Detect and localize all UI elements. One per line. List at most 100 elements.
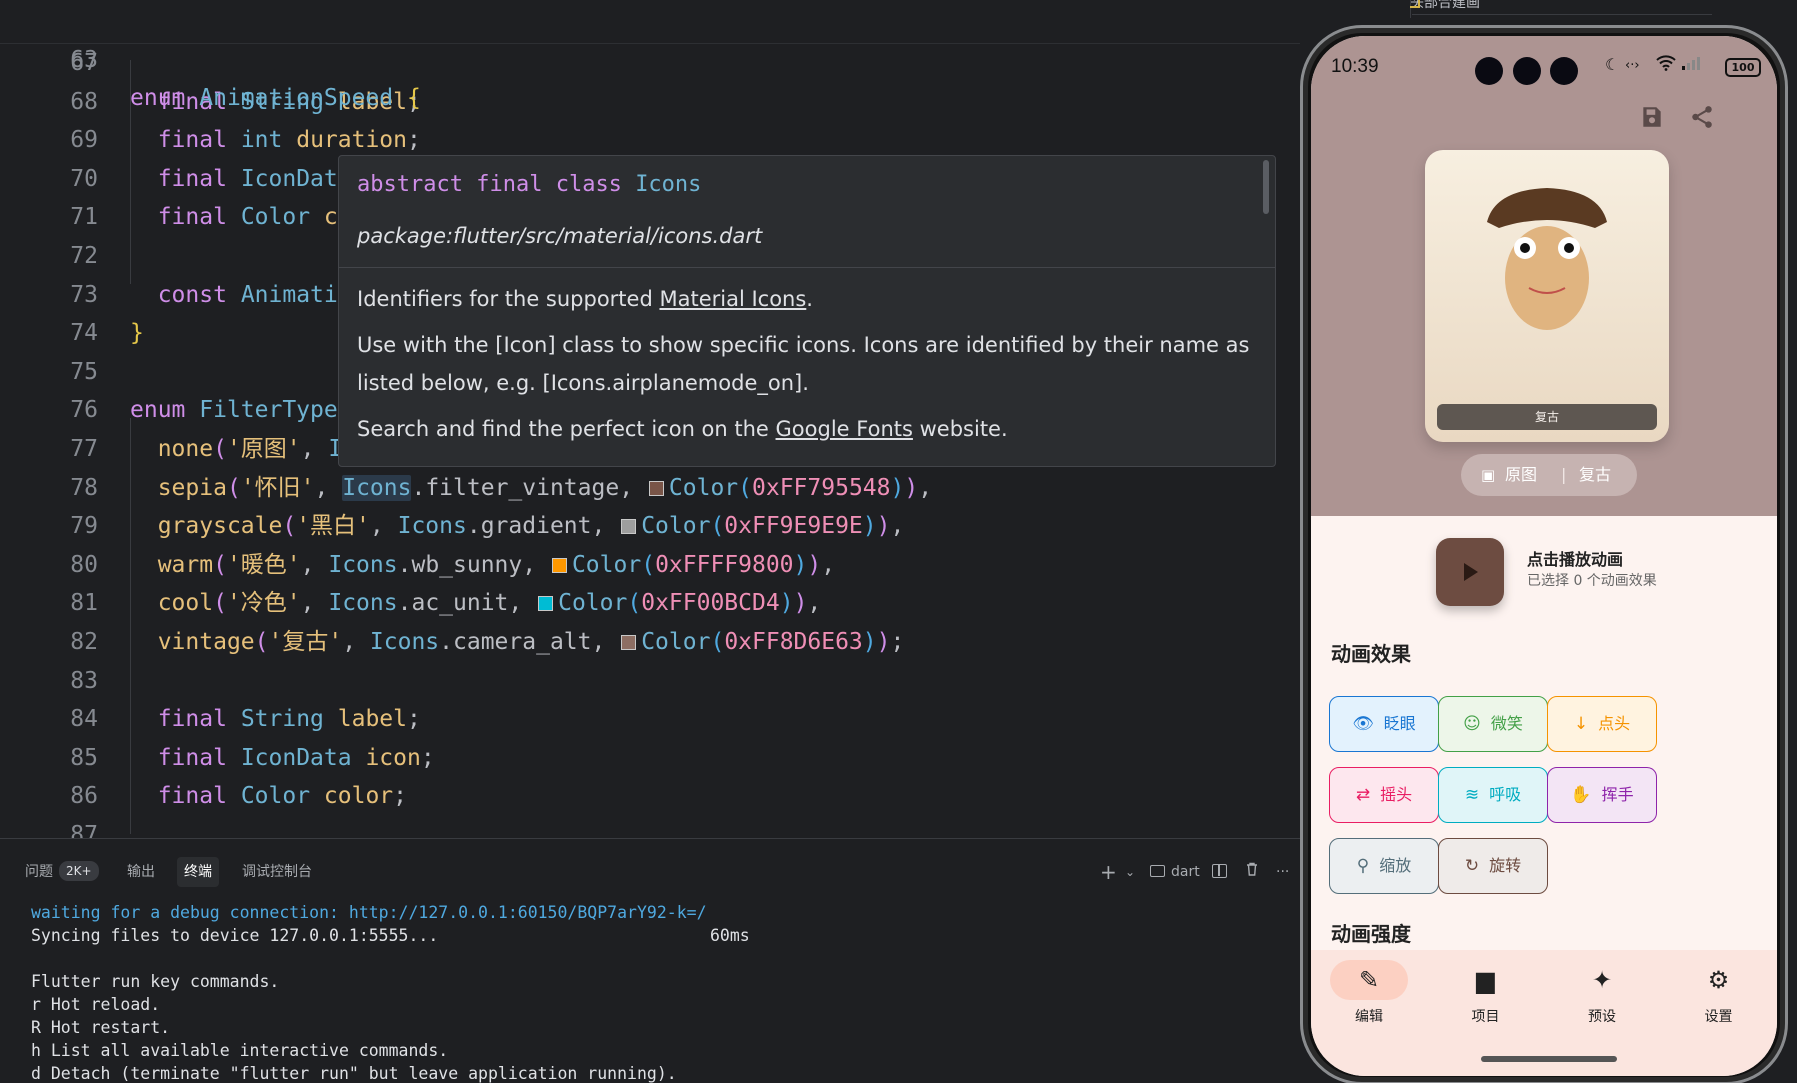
brace: {: [406, 85, 421, 111]
effect-chip-label: 挥手: [1601, 785, 1634, 804]
paren: ): [779, 590, 794, 617]
new-terminal-button[interactable]: +: [1100, 857, 1117, 887]
google-fonts-link[interactable]: Google Fonts: [776, 417, 913, 441]
nav-item-label: 设置: [1704, 1009, 1733, 1025]
color-swatch[interactable]: [648, 480, 664, 496]
effect-chip[interactable]: ↻ 旋转: [1438, 838, 1548, 894]
icon-name: camera_alt: [453, 629, 592, 655]
nav-item-label: 预设: [1588, 1009, 1616, 1025]
color-swatch[interactable]: [538, 596, 554, 612]
terminal-line: Syncing files to device 127.0.0.1:5555..…: [31, 926, 439, 945]
paren: (: [254, 629, 269, 655]
terminal-line: h List all available interactive command…: [31, 1041, 449, 1060]
keyword: const: [157, 281, 227, 308]
class-ref[interactable]: Icons: [342, 474, 412, 501]
play-subtitle: 已选择 0 个动画效果: [1527, 573, 1657, 589]
number-literal: 0xFF795548: [752, 474, 891, 501]
save-icon[interactable]: [1639, 104, 1669, 134]
code-line[interactable]: 86 final Color color;: [0, 777, 1300, 815]
camera-dot: [1475, 57, 1503, 85]
effect-chip[interactable]: ⚲ 缩放: [1329, 838, 1439, 894]
code-line[interactable]: 69 final int duration;: [0, 121, 1300, 159]
nav-item[interactable]: ✎ 编辑: [1311, 960, 1427, 1026]
code-line[interactable]: 79 grayscale('黑白', Icons.gradient, Color…: [0, 507, 1300, 545]
line-number: 85: [70, 744, 98, 771]
code-line[interactable]: 81 cool('冷色', Icons.ac_unit, Color(0xFF0…: [0, 584, 1300, 622]
split-terminal-icon[interactable]: [1212, 857, 1227, 887]
terminal-shell-selector[interactable]: dart: [1150, 857, 1200, 887]
hover-signature: abstract final class Icons: [357, 172, 702, 197]
tab-problems[interactable]: 问题 2K+: [18, 857, 106, 887]
terminal-line: d Detach (terminate "flutter run" but le…: [31, 1064, 677, 1083]
icon-name: wb_sunny: [411, 551, 523, 578]
chevron-down-icon[interactable]: ⌄: [1125, 857, 1135, 887]
number-literal: 0xFFFF9800: [655, 551, 794, 578]
paren: ): [876, 629, 891, 655]
home-indicator[interactable]: [1481, 1056, 1617, 1062]
brace: }: [130, 320, 144, 347]
share-icon[interactable]: [1689, 104, 1719, 134]
arrow-down-icon: ↓: [1573, 714, 1589, 734]
more-actions-icon[interactable]: ···: [1276, 857, 1289, 887]
keyword: final: [157, 744, 227, 771]
nav-item[interactable]: ✦ 预设: [1544, 960, 1660, 1026]
line-number: 82: [70, 629, 98, 655]
hover-scrollbar[interactable]: [1263, 160, 1269, 214]
resize-marker: [1410, 0, 1420, 8]
identifier: FilterType: [199, 397, 338, 424]
effect-chip[interactable]: ≋ 呼吸: [1438, 767, 1548, 823]
effect-chip[interactable]: ⇄ 摇头: [1329, 767, 1439, 823]
toggle-original[interactable]: 原图: [1505, 454, 1537, 496]
code-line[interactable]: 87: [0, 816, 1300, 838]
string-literal: '怀旧': [240, 474, 315, 501]
preview-area: 10:39 ☾ ‹·› 100 复古 ▣ 原图 | 复古: [1311, 36, 1777, 516]
phone-screen: 10:39 ☾ ‹·› 100 复古 ▣ 原图 | 复古 点击播放动画 已选择 …: [1311, 36, 1777, 1076]
smile-icon: ☺: [1463, 714, 1481, 734]
identifier: label: [337, 706, 408, 733]
keyword: final: [157, 127, 227, 154]
keyword: final: [157, 783, 227, 810]
terminal-icon: [1150, 865, 1165, 877]
line-number: 70: [70, 165, 98, 192]
type-name: IconData: [240, 165, 352, 192]
code-line[interactable]: 78 sepia('怀旧', Icons.filter_vintage, Col…: [0, 469, 1300, 507]
tab-output[interactable]: 输出: [120, 857, 162, 887]
color-swatch[interactable]: [551, 557, 567, 573]
icon-name: ac_unit: [411, 590, 509, 617]
code-line[interactable]: 82 vintage('复古', Icons.camera_alt, Color…: [0, 623, 1300, 661]
nav-item[interactable]: ▆ 项目: [1428, 960, 1544, 1026]
pencil-icon: ✎: [1330, 960, 1408, 1000]
effects-section-title: 动画效果: [1331, 642, 1411, 666]
code-line[interactable]: 85 final IconData icon;: [0, 739, 1300, 777]
code-line[interactable]: 83: [0, 662, 1300, 700]
tab-terminal[interactable]: 终端: [177, 857, 219, 887]
compare-toggle[interactable]: ▣ 原图 | 复古: [1461, 454, 1637, 496]
avatar-preview-card[interactable]: 复古: [1425, 150, 1669, 442]
line-number: 63: [70, 47, 98, 73]
code-line[interactable]: 67: [0, 44, 1300, 82]
effect-chip[interactable]: ↓ 点头: [1547, 696, 1657, 752]
nav-item[interactable]: ⚙ 设置: [1661, 960, 1777, 1026]
effect-chip[interactable]: 👁 眨眼: [1329, 696, 1439, 752]
trash-icon[interactable]: [1244, 857, 1260, 887]
sticky-scroll-header[interactable]: 63 enum AnimationSpeed {: [0, 0, 1300, 111]
code-line[interactable]: 84 final String label;: [0, 700, 1300, 738]
color-swatch[interactable]: [621, 635, 637, 650]
terminal-line: r Hot reload.: [31, 995, 161, 1014]
effect-chip[interactable]: ✋ 挥手: [1547, 767, 1657, 823]
terminal-line: Flutter run key commands.: [31, 972, 280, 991]
play-button[interactable]: [1436, 538, 1504, 606]
code-line[interactable]: 80 warm('暖色', Icons.wb_sunny, Color(0xFF…: [0, 546, 1300, 584]
paren: ): [793, 590, 808, 617]
color-swatch[interactable]: [621, 519, 637, 535]
toggle-filtered[interactable]: 复古: [1579, 454, 1611, 496]
material-icons-link[interactable]: Material Icons: [659, 287, 806, 311]
enum-value: sepia: [157, 474, 227, 501]
effect-chip[interactable]: ☺ 微笑: [1438, 696, 1548, 752]
class-ref: Icons: [397, 513, 467, 540]
bottom-panel: 问题 2K+ 输出 终端 调试控制台 + ⌄ dart ··· waiting f…: [0, 838, 1300, 1083]
type-name: Color: [240, 204, 311, 231]
hover-documentation-popup[interactable]: abstract final class Icons package:flutt…: [338, 155, 1276, 467]
tab-debug-console[interactable]: 调试控制台: [235, 857, 319, 887]
paren: (: [627, 590, 642, 617]
